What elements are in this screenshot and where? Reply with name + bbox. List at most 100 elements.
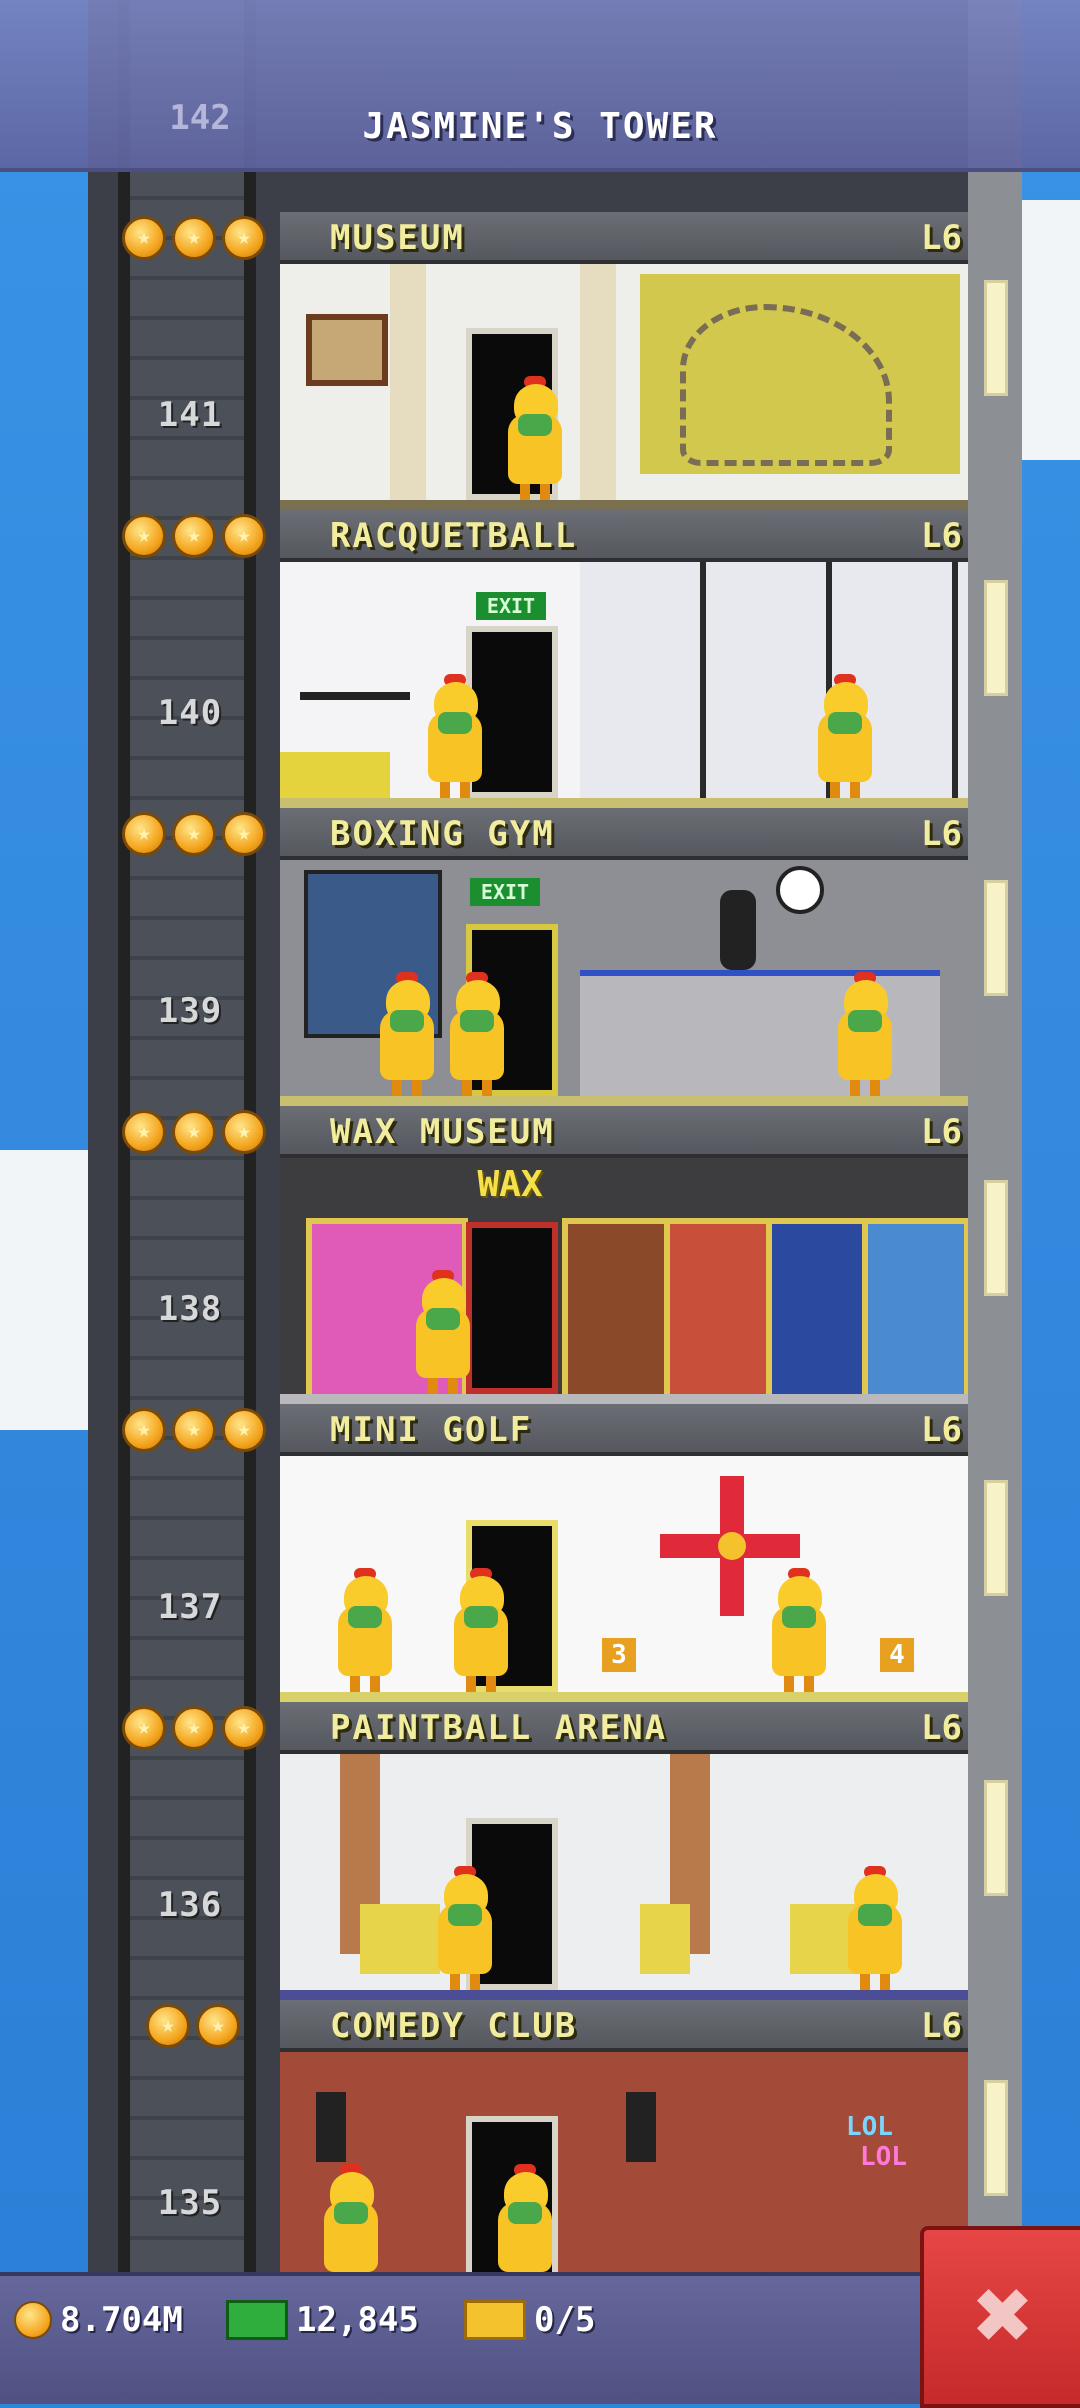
framed-picture — [306, 314, 388, 386]
floor-stars: ★ ★ ★ — [122, 812, 266, 856]
floor-mini-golf[interactable]: MINI GOLF L6 3 4 — [280, 1404, 968, 1702]
floor-level: L6 — [921, 516, 962, 556]
floor-label-bar: BOXING GYM L6 — [280, 808, 968, 860]
golf-hole-sign: 3 — [602, 1638, 636, 1672]
floor-comedy-club[interactable]: COMEDY CLUB L6 LOL LOL — [280, 2000, 968, 2298]
room-interior: 3 4 — [280, 1456, 968, 1702]
floor-stars: ★ ★ — [146, 2004, 240, 2048]
bux-icon — [226, 2300, 288, 2340]
wax-booth — [766, 1218, 868, 1400]
star-icon: ★ — [122, 216, 166, 260]
floor-label-bar: MUSEUM L6 — [280, 212, 968, 264]
floor-level: L6 — [921, 814, 962, 854]
floor-number: 141 — [157, 395, 223, 435]
floor-level: L6 — [921, 1112, 962, 1152]
floor-wax-museum[interactable]: WAX MUSEUM L6 WAX — [280, 1106, 968, 1404]
star-icon: ★ — [222, 1110, 266, 1154]
cloud — [1020, 200, 1080, 460]
coin-icon — [14, 2301, 52, 2339]
star-icon: ★ — [122, 1110, 166, 1154]
star-icon: ★ — [222, 216, 266, 260]
floor-label-bar: WAX MUSEUM L6 — [280, 1106, 968, 1158]
star-icon: ★ — [146, 2004, 190, 2048]
room-floor — [280, 1692, 968, 1702]
floor-level: L6 — [921, 2006, 962, 2046]
paint-barrier — [360, 1904, 440, 1974]
room-interior — [280, 264, 968, 510]
room-floor — [280, 1394, 968, 1404]
floor-level: L6 — [921, 1708, 962, 1748]
exit-sign: EXIT — [476, 592, 546, 620]
star-icon: ★ — [222, 1706, 266, 1750]
floor-number: 138 — [157, 1289, 223, 1329]
wax-booth — [664, 1218, 772, 1400]
bitizen-chicken-costume[interactable] — [500, 376, 570, 502]
bitizen-chicken-costume[interactable] — [442, 972, 512, 1098]
bitizen-chicken-costume[interactable] — [764, 1568, 834, 1694]
floor-number: 136 — [157, 1885, 223, 1925]
star-icon: ★ — [122, 514, 166, 558]
bitizen-chicken-costume[interactable] — [430, 1866, 500, 1992]
bitizen-chicken-costume[interactable] — [372, 972, 442, 1098]
golf-hole-sign: 4 — [880, 1638, 914, 1672]
wax-sign: WAX — [477, 1164, 543, 1205]
neon-sign-lol: LOL — [860, 2142, 907, 2172]
exit-sign: EXIT — [470, 878, 540, 906]
elevator-rail — [118, 0, 130, 2400]
floor-museum[interactable]: MUSEUM L6 — [280, 212, 968, 510]
close-button[interactable]: ✖ — [920, 2226, 1080, 2408]
wall-clock-icon — [776, 866, 824, 914]
floor-paintball-arena[interactable]: PAINTBALL ARENA L6 — [280, 1702, 968, 2000]
bitizen-chicken-costume[interactable] — [840, 1866, 910, 1992]
floor-stars: ★ ★ ★ — [122, 216, 266, 260]
floor-label-bar: PAINTBALL ARENA L6 — [280, 1702, 968, 1754]
court-wall — [580, 562, 968, 802]
window — [984, 2080, 1008, 2196]
room-floor — [280, 500, 968, 510]
floor-label-bar: MINI GOLF L6 — [280, 1404, 968, 1456]
star-icon: ★ — [172, 514, 216, 558]
bux-stat[interactable]: 12,845 — [226, 2296, 419, 2344]
window — [984, 580, 1008, 696]
tickets-stat[interactable]: 0/5 — [464, 2296, 595, 2344]
paint-barrier — [640, 1904, 690, 1974]
coins-stat[interactable]: 8.704M — [14, 2296, 183, 2344]
speaker — [626, 2092, 656, 2162]
wax-booth — [862, 1218, 968, 1400]
floor-racquetball[interactable]: RACQUETBALL L6 EXIT — [280, 510, 968, 808]
floor-label-bar: COMEDY CLUB L6 — [280, 2000, 968, 2052]
punching-bag — [720, 890, 756, 970]
star-icon: ★ — [196, 2004, 240, 2048]
room-interior: LOL LOL — [280, 2052, 968, 2298]
window — [984, 880, 1008, 996]
floor-name: COMEDY CLUB — [330, 2006, 578, 2046]
tower-title[interactable]: JASMINE'S TOWER — [0, 106, 1080, 147]
floor-name: MINI GOLF — [330, 1410, 533, 1450]
bux-value: 12,845 — [296, 2300, 419, 2340]
bitizen-chicken-costume[interactable] — [830, 972, 900, 1098]
window — [984, 1180, 1008, 1296]
bitizen-chicken-costume[interactable] — [446, 1568, 516, 1694]
room-interior: WAX — [280, 1158, 968, 1404]
star-icon: ★ — [172, 812, 216, 856]
bitizen-chicken-costume[interactable] — [408, 1270, 478, 1396]
floor-stars: ★ ★ ★ — [122, 1706, 266, 1750]
floor-stars: ★ ★ ★ — [122, 514, 266, 558]
window — [984, 280, 1008, 396]
ticket-icon — [464, 2300, 526, 2340]
floor-name: RACQUETBALL — [330, 516, 578, 556]
pillar — [580, 264, 616, 510]
star-icon: ★ — [222, 514, 266, 558]
room-floor — [280, 798, 968, 808]
bitizen-chicken-costume[interactable] — [810, 674, 880, 800]
floor-boxing-gym[interactable]: BOXING GYM L6 EXIT — [280, 808, 968, 1106]
floor-stars: ★ ★ ★ — [122, 1408, 266, 1452]
close-icon: ✖ — [973, 2256, 1035, 2373]
room-interior — [280, 1754, 968, 2000]
floor-label-bar: RACQUETBALL L6 — [280, 510, 968, 562]
room-interior: EXIT — [280, 562, 968, 808]
bitizen-chicken-costume[interactable] — [420, 674, 490, 800]
star-icon: ★ — [172, 1706, 216, 1750]
coins-value: 8.704M — [60, 2300, 183, 2340]
bitizen-chicken-costume[interactable] — [330, 1568, 400, 1694]
